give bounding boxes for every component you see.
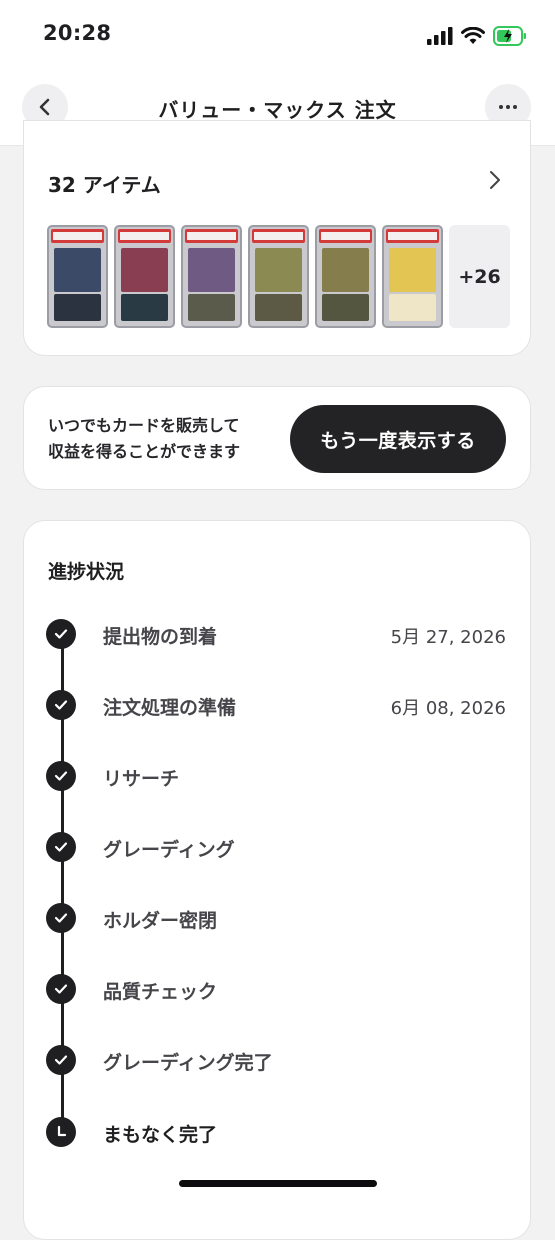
graded-card-thumbnail[interactable] <box>248 225 309 328</box>
step-label: まもなく完了 <box>103 1124 218 1146</box>
cellular-signal-icon <box>427 27 453 45</box>
more-items-tile[interactable]: +26 <box>449 225 510 328</box>
clock-icon <box>46 1117 76 1147</box>
card-thumbnails: +26 <box>47 225 510 328</box>
step-label: ホルダー密閉 <box>103 910 218 932</box>
check-icon <box>46 974 76 1004</box>
step-label: 品質チェック <box>103 981 218 1003</box>
items-count-heading: 32 アイテム <box>48 173 161 197</box>
home-indicator <box>179 1180 377 1187</box>
progress-step: 注文処理の準備 6月 08, 2026 <box>46 690 508 722</box>
progress-step: 品質チェック <box>46 974 508 1006</box>
page-title: バリュー・マックス 注文 <box>158 98 397 122</box>
wifi-icon <box>461 27 485 44</box>
step-label: グレーディング完了 <box>103 1052 273 1074</box>
check-icon <box>46 903 76 933</box>
progress-step: リサーチ <box>46 761 508 793</box>
more-horizontal-icon <box>499 105 517 109</box>
status-icons <box>427 24 527 48</box>
status-bar: 20:28 <box>0 0 555 72</box>
step-label: リサーチ <box>103 768 180 790</box>
items-card[interactable]: 32 アイテム +26 <box>23 120 531 356</box>
check-icon <box>46 690 76 720</box>
progress-step: 提出物の到着 5月 27, 2026 <box>46 619 508 651</box>
progress-step: まもなく完了 <box>46 1117 508 1149</box>
progress-title: 進捗状況 <box>48 561 125 583</box>
step-label: 注文処理の準備 <box>103 697 237 719</box>
battery-charging-icon <box>493 26 526 46</box>
check-icon <box>46 1045 76 1075</box>
check-icon <box>46 832 76 862</box>
graded-card-thumbnail[interactable] <box>181 225 242 328</box>
graded-card-thumbnail[interactable] <box>315 225 376 328</box>
graded-card-thumbnail[interactable] <box>382 225 443 328</box>
progress-step: グレーディング <box>46 832 508 864</box>
show-again-button[interactable]: もう一度表示する <box>290 405 506 473</box>
step-label: グレーディング <box>103 839 235 861</box>
progress-card: 進捗状況 提出物の到着 5月 27, 2026 注文処理の準備 6月 08, 2… <box>23 520 531 1240</box>
progress-step: ホルダー密閉 <box>46 903 508 935</box>
check-icon <box>46 619 76 649</box>
sell-promo-text: いつでもカードを販売して 収益を得ることができます <box>48 413 298 465</box>
status-time: 20:28 <box>43 21 112 45</box>
step-date: 6月 08, 2026 <box>390 698 506 719</box>
step-label: 提出物の到着 <box>103 626 218 648</box>
sell-promo-line-1: いつでもカードを販売して <box>48 416 240 435</box>
graded-card-thumbnail[interactable] <box>47 225 108 328</box>
step-date: 5月 27, 2026 <box>390 627 506 648</box>
sell-promo-line-2: 収益を得ることができます <box>48 442 241 461</box>
graded-card-thumbnail[interactable] <box>114 225 175 328</box>
check-icon <box>46 761 76 791</box>
progress-step: グレーディング完了 <box>46 1045 508 1077</box>
sell-promo-card: いつでもカードを販売して 収益を得ることができます もう一度表示する <box>23 386 531 490</box>
chevron-right-icon[interactable] <box>488 169 502 191</box>
